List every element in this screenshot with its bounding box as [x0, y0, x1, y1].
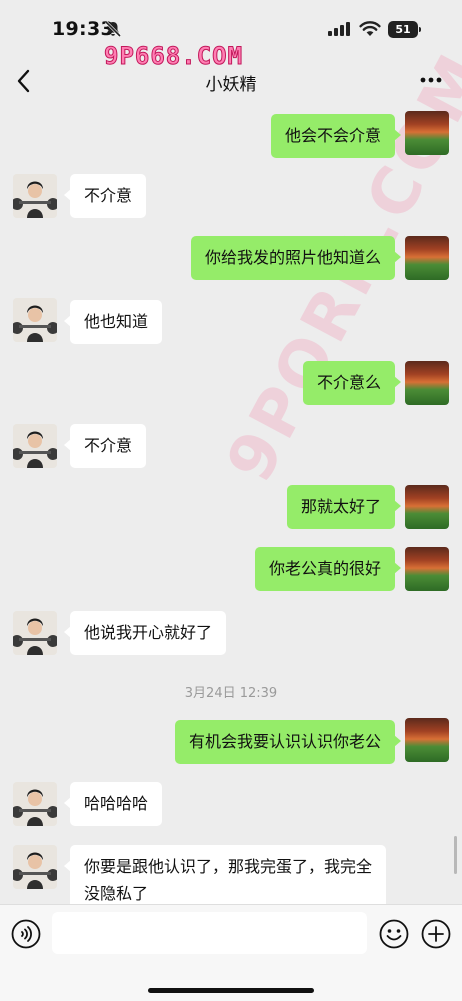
message-bubble-incoming[interactable]: 他也知道 — [63, 300, 163, 344]
message-bubble-outgoing[interactable]: 你给我发的照片他知道么 — [190, 236, 402, 280]
plus-icon[interactable] — [421, 919, 451, 949]
battery-icon: 51 — [388, 21, 422, 38]
message-bubble-incoming[interactable]: 他说我开心就好了 — [63, 611, 227, 655]
home-indicator[interactable] — [148, 988, 314, 993]
message-input[interactable] — [52, 912, 367, 954]
battery-level: 51 — [395, 23, 411, 36]
contact-avatar[interactable] — [13, 845, 57, 889]
scrollbar[interactable] — [454, 836, 457, 874]
message-bubble-incoming[interactable]: 你要是跟他认识了，那我完蛋了，我完全没隐私了 — [64, 845, 386, 904]
contact-avatar[interactable] — [13, 611, 57, 655]
message-bubble-incoming[interactable]: 不介意 — [63, 424, 147, 468]
input-bar — [0, 904, 462, 1001]
contact-avatar-image — [13, 174, 57, 218]
chat-header: 小妖精 — [0, 56, 462, 106]
cellular-signal-icon — [328, 22, 350, 36]
bell-muted-icon — [104, 20, 122, 38]
emoji-icon[interactable] — [379, 919, 409, 949]
message-list[interactable]: 他会不会介意 不介意 你给我发的照片他知道么 他也知道 不介意么 不介意 那就太… — [0, 106, 462, 904]
message-bubble-outgoing[interactable]: 有机会我要认识认识你老公 — [174, 720, 402, 764]
contact-avatar-image — [13, 611, 57, 655]
self-avatar[interactable] — [405, 485, 449, 529]
contact-avatar[interactable] — [13, 298, 57, 342]
self-avatar[interactable] — [405, 236, 449, 280]
message-bubble-outgoing[interactable]: 他会不会介意 — [270, 114, 402, 158]
contact-avatar[interactable] — [13, 782, 57, 826]
self-avatar[interactable] — [405, 361, 449, 405]
contact-avatar-image — [13, 424, 57, 468]
self-avatar[interactable] — [405, 547, 449, 591]
voice-input-icon[interactable] — [11, 919, 41, 949]
more-options-icon[interactable] — [420, 77, 442, 83]
chat-title: 小妖精 — [205, 75, 257, 95]
message-bubble-outgoing[interactable]: 不介意么 — [302, 361, 402, 405]
message-timestamp: 3月24日 12:39 — [184, 686, 278, 701]
contact-avatar-image — [13, 782, 57, 826]
message-bubble-incoming[interactable]: 哈哈哈哈 — [63, 782, 163, 826]
self-avatar[interactable] — [405, 111, 449, 155]
message-bubble-outgoing[interactable]: 那就太好了 — [286, 485, 402, 529]
message-bubble-outgoing[interactable]: 你老公真的很好 — [254, 547, 402, 591]
self-avatar[interactable] — [405, 718, 449, 762]
wifi-icon — [359, 21, 381, 36]
contact-avatar[interactable] — [13, 174, 57, 218]
contact-avatar-image — [13, 298, 57, 342]
contact-avatar[interactable] — [13, 424, 57, 468]
message-bubble-incoming[interactable]: 不介意 — [63, 174, 147, 218]
contact-avatar-image — [13, 845, 57, 889]
